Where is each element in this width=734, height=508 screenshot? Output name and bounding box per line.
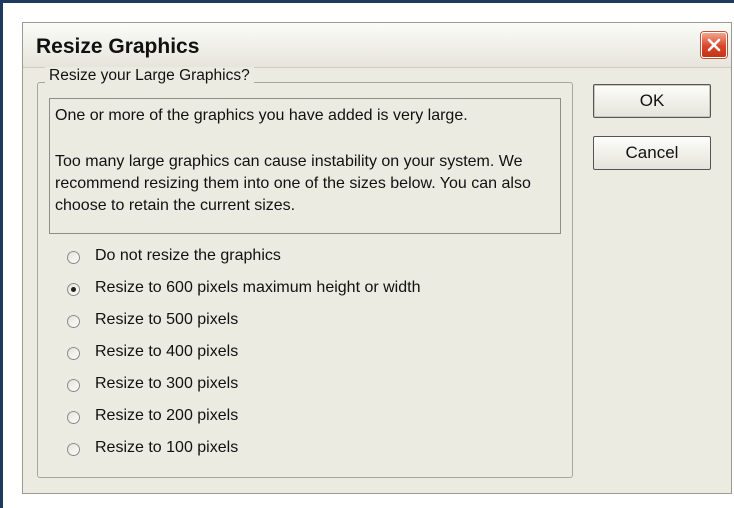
screenshot-frame: Resize Graphics Resize your Large Graphi… — [0, 0, 734, 508]
radio-label: Resize to 500 pixels — [95, 311, 239, 328]
close-x-icon — [707, 38, 721, 52]
radio-label: Resize to 600 pixels maximum height or w… — [95, 279, 421, 296]
close-button[interactable] — [701, 32, 727, 58]
message-line-2: Too many large graphics can cause instab… — [55, 153, 531, 214]
cancel-button[interactable]: Cancel — [593, 136, 711, 170]
message-line-1: One or more of the graphics you have add… — [55, 107, 468, 124]
radio-button[interactable] — [67, 443, 80, 456]
radio-label: Resize to 100 pixels — [95, 439, 239, 456]
radio-label: Resize to 200 pixels — [95, 407, 239, 424]
group-legend: Resize your Large Graphics? — [45, 67, 254, 85]
ok-button[interactable]: OK — [593, 84, 711, 118]
radio-label: Resize to 300 pixels — [95, 375, 239, 392]
radio-button[interactable] — [67, 251, 80, 264]
dialog-title: Resize Graphics — [36, 35, 200, 58]
message-box: One or more of the graphics you have add… — [49, 98, 561, 234]
radio-button[interactable] — [67, 411, 80, 424]
radio-label: Do not resize the graphics — [95, 247, 281, 264]
radio-button[interactable] — [67, 315, 80, 328]
resize-graphics-dialog: Resize Graphics Resize your Large Graphi… — [22, 22, 732, 494]
radio-button[interactable] — [67, 347, 80, 360]
radio-button[interactable] — [67, 379, 80, 392]
radio-selected-dot — [71, 287, 76, 292]
title-bar: Resize Graphics — [23, 23, 731, 68]
radio-button[interactable] — [67, 283, 80, 296]
radio-label: Resize to 400 pixels — [95, 343, 239, 360]
